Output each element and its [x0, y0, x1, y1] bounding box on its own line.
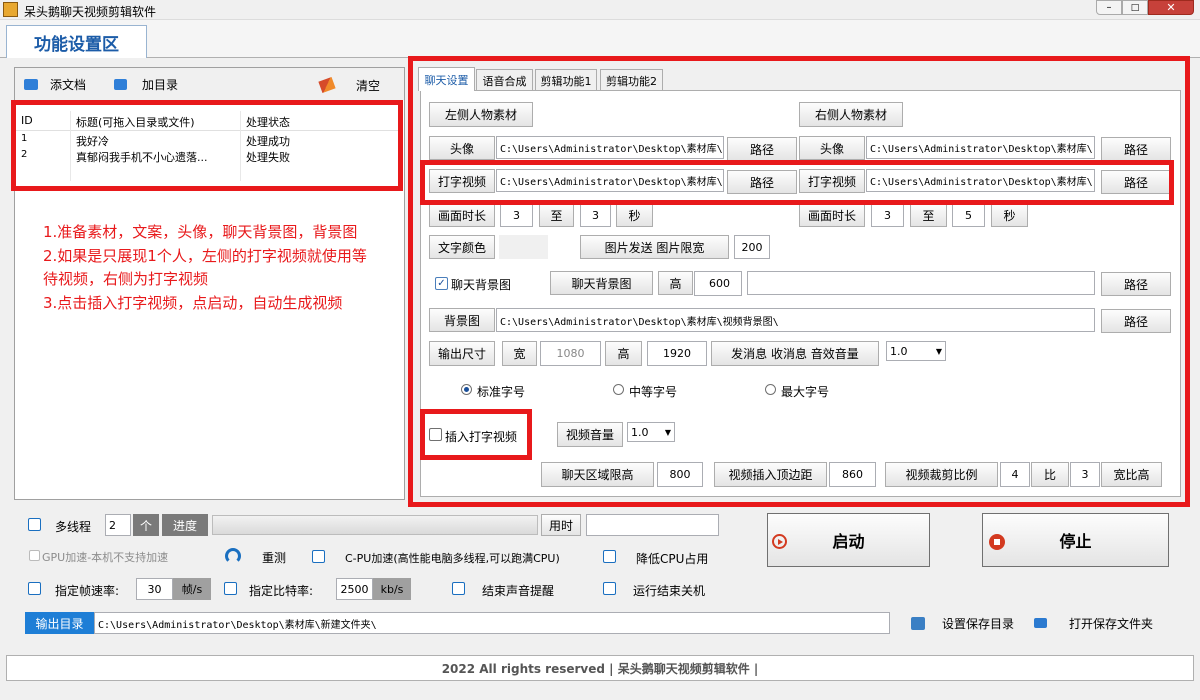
stop-label: 停止	[1059, 532, 1092, 551]
clear-button[interactable]: 清空	[315, 73, 401, 97]
highlight-insert-typing	[420, 409, 532, 460]
multithread-label: 多线程	[55, 520, 92, 534]
time-used-label: 用时	[541, 514, 581, 536]
output-dir-input[interactable]: C:\Users\Administrator\Desktop\素材库\新建文件夹…	[94, 612, 890, 634]
close-button[interactable]: ✕	[1148, 0, 1194, 15]
footer-text: 2022 All rights reserved | 呆头鹅聊天视频剪辑软件 |	[441, 661, 759, 676]
folder-settings-icon	[911, 616, 925, 630]
fps-checkbox[interactable]	[28, 582, 41, 595]
app-icon	[3, 2, 18, 17]
gpu-label: GPU加速-本机不支持加速	[42, 551, 169, 564]
folder-add-icon	[114, 78, 127, 90]
video-file-icon	[24, 78, 38, 90]
footer: 2022 All rights reserved | 呆头鹅聊天视频剪辑软件 |	[6, 655, 1194, 681]
highlight-table	[11, 100, 403, 191]
maximize-button[interactable]: □	[1122, 0, 1148, 15]
thread-unit-label: 个	[133, 514, 159, 536]
note-line: 3.点击插入打字视频，点启动，自动生成视频	[43, 293, 343, 312]
add-doc-button[interactable]: 添文档	[18, 73, 100, 95]
highlight-typing-row	[420, 160, 1174, 205]
instruction-notes: 1.准备素材，文案，头像，聊天背景图，背景图 2.如果是只展现1个人，左侧的打字…	[43, 221, 403, 315]
end-sound-label: 结束声音提醒	[482, 584, 555, 598]
gpu-checkbox	[29, 550, 40, 561]
output-dir-label: 输出目录	[25, 612, 94, 634]
note-line: 2.如果是只展现1个人，左侧的打字视频就使用等	[43, 246, 367, 265]
add-dir-button[interactable]: 加目录	[108, 73, 194, 95]
lower-cpu-label: 降低CPU占用	[636, 552, 709, 566]
set-save-dir-button[interactable]: 设置保存目录	[906, 610, 1021, 636]
note-line: 1.准备素材，文案，头像，聊天背景图，背景图	[43, 223, 358, 241]
title-bar: 呆头鹅聊天视频剪辑软件 – □ ✕	[0, 0, 1200, 20]
time-used-input[interactable]	[586, 514, 719, 536]
label-text: 输出目录	[35, 616, 84, 631]
progress-text: 进度	[172, 518, 197, 533]
stop-button[interactable]: 停止	[982, 513, 1169, 567]
bitrate-label: 指定比特率:	[249, 584, 314, 598]
thread-count-input[interactable]: 2	[105, 514, 131, 536]
btn-label: 打开保存文件夹	[1069, 616, 1154, 631]
add-doc-label: 添文档	[50, 77, 87, 92]
shutdown-checkbox[interactable]	[603, 582, 616, 595]
cpu-checkbox[interactable]	[312, 550, 325, 563]
note-line: 待视频，右侧为打字视频	[43, 270, 209, 288]
clear-label: 清空	[356, 78, 381, 93]
header-area	[0, 20, 1200, 58]
btn-label: 用时	[548, 518, 573, 533]
unit-text: 个	[139, 518, 152, 533]
unit-text: kb/s	[380, 582, 404, 596]
function-settings-tab[interactable]: 功能设置区	[6, 25, 147, 58]
bitrate-input[interactable]: 2500	[336, 578, 373, 600]
folder-open-icon	[1034, 618, 1047, 628]
progress-bar	[212, 515, 538, 535]
stop-icon	[989, 534, 1005, 550]
fps-unit: 帧/s	[173, 578, 211, 600]
open-save-dir-button[interactable]: 打开保存文件夹	[1030, 610, 1160, 636]
add-dir-label: 加目录	[142, 77, 179, 92]
window-title: 呆头鹅聊天视频剪辑软件	[24, 5, 157, 19]
btn-label: 设置保存目录	[942, 616, 1015, 631]
start-button[interactable]: 启动	[767, 513, 930, 567]
lower-cpu-checkbox[interactable]	[603, 550, 616, 563]
cpu-label: C-PU加速(高性能电脑多线程,可以跑满CPU)	[345, 552, 560, 565]
retest-label[interactable]: 重测	[262, 549, 286, 566]
minimize-button[interactable]: –	[1096, 0, 1122, 15]
function-settings-label: 功能设置区	[34, 34, 119, 55]
value: 30	[147, 582, 162, 596]
fps-input[interactable]: 30	[136, 578, 173, 600]
gauge-icon[interactable]	[225, 548, 241, 564]
bitrate-unit: kb/s	[373, 578, 411, 600]
value: 2500	[340, 582, 369, 596]
unit-text: 帧/s	[181, 583, 203, 596]
value: 2	[109, 518, 116, 532]
shutdown-label: 运行结束关机	[633, 584, 706, 598]
broom-icon	[318, 76, 336, 94]
multithread-checkbox[interactable]	[28, 518, 41, 531]
end-sound-checkbox[interactable]	[452, 582, 465, 595]
play-icon	[772, 534, 787, 549]
fps-label: 指定帧速率:	[55, 584, 120, 598]
progress-label: 进度	[162, 514, 208, 536]
start-label: 启动	[832, 532, 865, 551]
path-text: C:\Users\Administrator\Desktop\素材库\新建文件夹…	[98, 619, 377, 631]
bitrate-checkbox[interactable]	[224, 582, 237, 595]
